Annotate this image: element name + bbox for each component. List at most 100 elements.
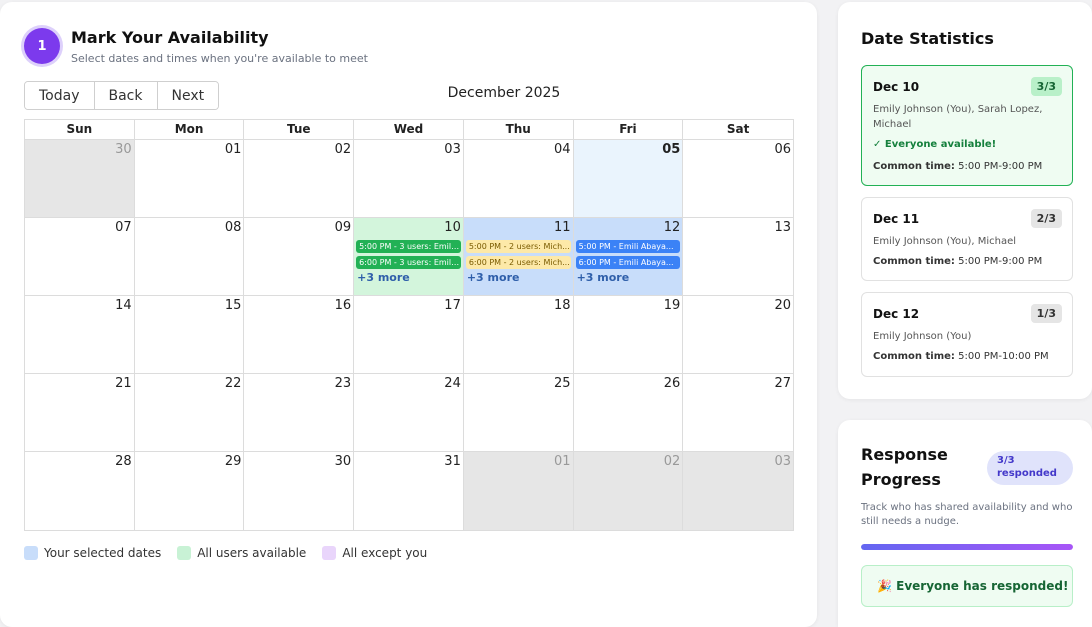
weekday-label: Sat — [726, 122, 750, 136]
day-number: 30 — [115, 142, 132, 157]
day-number: 23 — [334, 376, 352, 391]
calendar-event[interactable]: 6:00 PM - 3 users: Emili... — [356, 256, 461, 269]
day-cell[interactable]: 29 — [134, 452, 245, 530]
day-cell[interactable]: 16 — [244, 296, 355, 374]
day-cell[interactable]: 10 5:00 PM - 3 users: Emili... 6:00 PM - 3… — [354, 218, 464, 296]
weekday-label: Sun — [25, 120, 135, 139]
day-cell[interactable]: 19 — [573, 296, 684, 374]
date-statistics-panel: Date Statistics Dec 10 3/3 Emily Johnson… — [838, 2, 1092, 399]
month-calendar: Sun Mon Tue Wed Thu Fri Sat 30 01 02 03 04 05 06 07 08… — [24, 119, 794, 531]
day-cell[interactable]: 02 — [244, 140, 355, 218]
today-button[interactable]: Today — [25, 82, 95, 109]
day-cell[interactable]: 20 — [683, 296, 793, 374]
day-number: 05 — [662, 142, 681, 157]
calendar-event[interactable]: 5:00 PM - 2 users: Mich... — [465, 240, 571, 253]
stat-names: Emily Johnson (You), Sarah Lopez, Michae… — [873, 104, 1043, 130]
calendar-event[interactable]: 5:00 PM - 3 users: Emili... — [356, 240, 461, 253]
day-number: 24 — [444, 376, 461, 391]
day-number: 03 — [774, 454, 791, 469]
day-cell[interactable]: 04 — [463, 140, 574, 218]
calendar-grid: 30 01 02 03 04 05 06 07 08 09 10 5:00 PM - 3 users:… — [25, 140, 793, 530]
back-button[interactable]: Back — [94, 82, 158, 109]
day-cell[interactable]: 30 — [25, 140, 135, 218]
stat-common-time: Common time: 5:00 PM-9:00 PM — [873, 161, 1042, 172]
day-cell[interactable]: 08 — [134, 218, 245, 296]
legend-swatch — [322, 546, 337, 560]
response-progress-panel: Response Progress 3/3 responded Track wh… — [838, 420, 1092, 627]
common-time-value: 5:00 PM-9:00 PM — [954, 256, 1043, 267]
day-cell[interactable]: 11 5:00 PM - 2 users: Mich... 6:00 PM - 2 … — [463, 218, 574, 296]
day-cell[interactable]: 30 — [244, 452, 355, 530]
more-events-link[interactable]: +3 more — [577, 271, 630, 284]
day-cell[interactable]: 07 — [25, 218, 135, 296]
progress-title-line2: Progress — [861, 470, 941, 489]
weekday-label: Tue — [244, 120, 355, 139]
day-number: 25 — [554, 376, 571, 391]
day-cell[interactable]: 14 — [25, 296, 135, 374]
day-cell[interactable]: 03 — [683, 452, 793, 530]
legend-item: Your selected dates — [24, 546, 161, 560]
day-cell[interactable]: 25 — [463, 374, 574, 452]
stat-card-dec-12[interactable]: Dec 12 1/3 Emily Johnson (You) Common ti… — [861, 292, 1073, 377]
day-cell[interactable]: 01 — [463, 452, 574, 530]
legend-label: Your selected dates — [44, 546, 162, 560]
progress-bar — [861, 544, 1073, 550]
day-cell[interactable]: 28 — [25, 452, 135, 530]
stat-count-badge: 2/3 — [1030, 209, 1062, 228]
day-cell[interactable]: 02 — [573, 452, 684, 530]
day-cell[interactable]: 01 — [134, 140, 245, 218]
day-number: 22 — [224, 376, 242, 391]
day-cell[interactable]: 23 — [244, 374, 355, 452]
day-number: 11 — [554, 220, 571, 235]
day-cell[interactable]: 15 — [134, 296, 245, 374]
day-number: 16 — [334, 298, 352, 313]
calendar-nav: Today Back Next — [24, 81, 220, 110]
day-cell[interactable]: 22 — [134, 374, 245, 452]
more-events-link[interactable]: +3 more — [357, 271, 410, 284]
legend-swatch — [177, 546, 192, 560]
stat-card-dec-11[interactable]: Dec 11 2/3 Emily Johnson (You), Michael … — [861, 197, 1073, 281]
page-subtitle: Select dates and times when you're avail… — [71, 52, 368, 65]
day-cell[interactable]: 17 — [354, 296, 464, 374]
day-number: 10 — [444, 220, 461, 235]
stat-common-time: Common time: 5:00 PM-9:00 PM — [873, 256, 1042, 267]
day-cell[interactable]: 12 5:00 PM - Emili Abaya... 6:00 PM - Emil… — [573, 218, 684, 296]
stat-date: Dec 10 — [873, 80, 920, 94]
availability-panel: 1 Mark Your Availability Select dates an… — [0, 2, 817, 627]
day-cell[interactable]: 27 — [683, 374, 793, 452]
legend-item: All users available — [177, 546, 306, 560]
day-cell[interactable]: 31 — [354, 452, 464, 530]
day-cell[interactable]: 09 — [244, 218, 355, 296]
day-number: 12 — [663, 220, 681, 235]
calendar-event[interactable]: 6:00 PM - Emili Abaya... — [575, 256, 681, 269]
calendar-event[interactable]: 5:00 PM - Emili Abaya... — [575, 240, 681, 253]
day-cell[interactable]: 03 — [354, 140, 464, 218]
legend: Your selected dates All users available Al… — [24, 546, 427, 560]
more-events-link[interactable]: +3 more — [467, 271, 520, 284]
day-number: 02 — [663, 454, 681, 469]
day-cell[interactable]: 06 — [683, 140, 793, 218]
day-cell[interactable]: 26 — [573, 374, 684, 452]
day-cell[interactable]: 18 — [463, 296, 574, 374]
stat-count-badge: 1/3 — [1030, 304, 1062, 323]
day-cell[interactable]: 05 — [573, 140, 684, 218]
day-cell[interactable]: 24 — [354, 374, 464, 452]
all-responded-message: 🎉 Everyone has responded! — [861, 565, 1073, 607]
day-number: 28 — [115, 454, 132, 469]
progress-bar-fill — [861, 544, 1073, 550]
day-cell[interactable]: 21 — [25, 374, 135, 452]
weekday-label: Wed — [354, 120, 464, 139]
stat-card-dec-10[interactable]: Dec 10 3/3 Emily Johnson (You), Sarah Lo… — [861, 65, 1073, 186]
day-cell[interactable]: 13 — [683, 218, 793, 296]
day-number: 15 — [224, 298, 242, 313]
calendar-event[interactable]: 6:00 PM - 2 users: Mich... — [465, 256, 571, 269]
weekday-header: Sun Mon Tue Wed Thu Fri Sat — [25, 120, 793, 140]
day-number: 27 — [774, 376, 791, 391]
day-number: 26 — [663, 376, 681, 391]
common-time-label: Common time: — [873, 161, 955, 172]
next-button[interactable]: Next — [157, 82, 219, 109]
day-number: 01 — [554, 454, 571, 469]
step-badge: 1 — [24, 28, 60, 64]
progress-description: Track who has shared availability and wh… — [861, 502, 1073, 527]
day-number: 17 — [444, 298, 461, 313]
